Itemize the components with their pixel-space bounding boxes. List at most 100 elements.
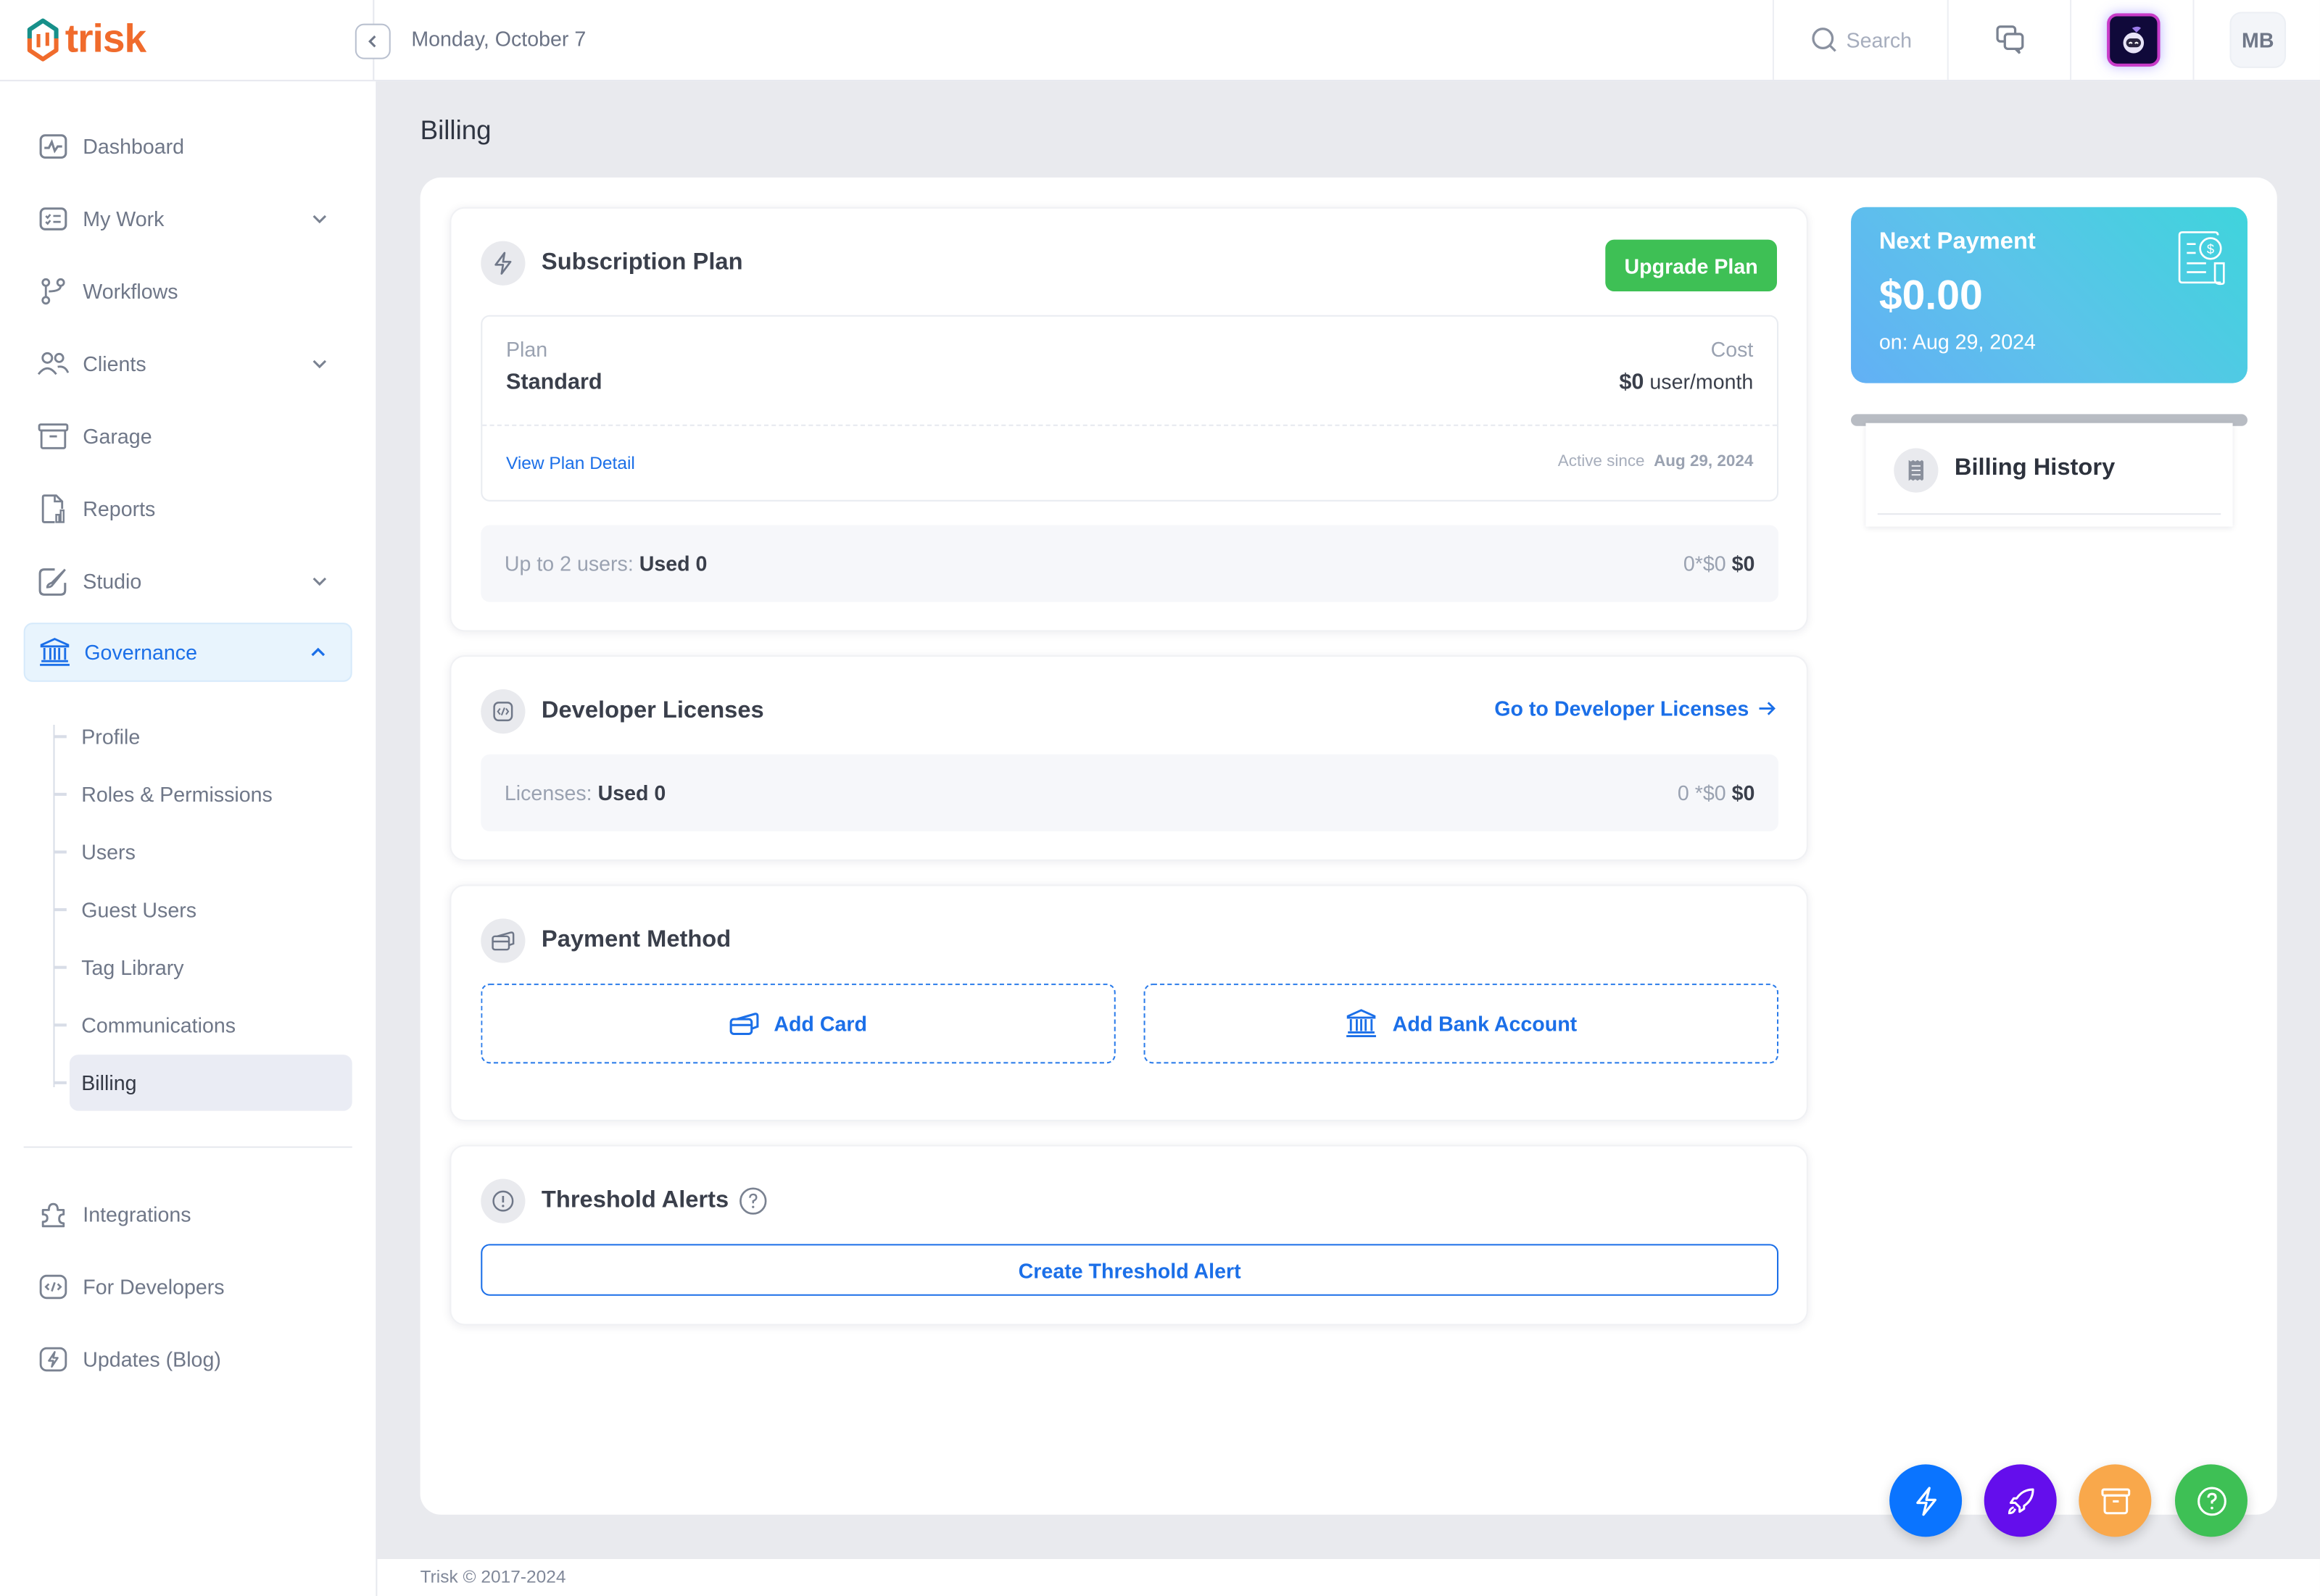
footer: Trisk © 2017-2024 (377, 1559, 2320, 1596)
next-payment-title: Next Payment (1878, 229, 2036, 255)
archive-icon (37, 420, 70, 453)
search-placeholder: Search (1846, 28, 1913, 52)
cost-unit: user/month (1649, 370, 1754, 394)
usage-calc: 0*$0 (1683, 552, 1726, 575)
chat-icon (1995, 25, 2023, 54)
help-icon (2197, 1486, 2226, 1516)
cost-label: Cost (1710, 337, 1754, 361)
sidebar-subitem-roles-permissions[interactable]: Roles & Permissions (54, 766, 352, 823)
go-to-developer-licenses-link[interactable]: Go to Developer Licenses (1494, 697, 1777, 720)
add-bank-account-button[interactable]: Add Bank Account (1143, 984, 1779, 1064)
usage-text: Licenses: Used 0 (505, 781, 666, 805)
ai-assistant-avatar (2106, 13, 2160, 67)
next-payment-card: Next Payment $0.00 on: Aug 29, 2024 $ (1851, 207, 2248, 383)
sidebar-item-label: Integrations (83, 1202, 191, 1226)
card-title: Developer Licenses (541, 698, 764, 723)
subitem-label: Profile (81, 724, 141, 749)
sidebar: Dashboard My Work Workflows Clients Gara… (0, 81, 378, 1596)
next-payment-amount: $0.00 (1878, 272, 1983, 318)
view-plan-detail-link[interactable]: View Plan Detail (506, 452, 635, 473)
add-bank-label: Add Bank Account (1392, 1011, 1578, 1036)
user-usage-row: Up to 2 users: Used 0 0*$0 $0 (481, 525, 1779, 602)
bolt-icon (37, 1343, 70, 1376)
tree-connector (54, 965, 67, 968)
page-title: Billing (420, 115, 492, 145)
add-card-button[interactable]: Add Card (481, 984, 1116, 1064)
sidebar-item-studio[interactable]: Studio (24, 552, 352, 611)
report-icon (37, 493, 70, 525)
search-button[interactable]: Search (1772, 0, 1949, 80)
app-name: trisk (65, 16, 146, 61)
search-icon (1811, 28, 1836, 52)
sidebar-subitem-guest-users[interactable]: Guest Users (54, 881, 352, 938)
sidebar-subitem-billing[interactable]: Billing (54, 1055, 352, 1111)
sidebar-subitem-users[interactable]: Users (54, 824, 352, 881)
git-branch-icon (37, 275, 70, 308)
sidebar-item-label: Reports (83, 496, 156, 521)
tree-connector (54, 1023, 67, 1026)
sidebar-item-my-work[interactable]: My Work (24, 189, 352, 249)
bank-icon (1346, 1009, 1377, 1038)
checklist-icon (37, 203, 70, 236)
quick-actions-button[interactable] (1889, 1464, 1963, 1537)
code-icon (37, 1271, 70, 1303)
sidebar-item-workflows[interactable]: Workflows (24, 262, 352, 321)
sidebar-item-label: Workflows (83, 279, 178, 304)
user-menu[interactable]: MB (2192, 0, 2320, 80)
sidebar-item-clients[interactable]: Clients (24, 334, 352, 394)
divider (1877, 513, 2221, 515)
sidebar-item-garage[interactable]: Garage (24, 407, 352, 466)
tree-connector (54, 908, 67, 911)
subitem-label: Communications (81, 1013, 236, 1037)
next-payment-date: on: Aug 29, 2024 (1878, 330, 2036, 354)
svg-text:$: $ (2207, 241, 2214, 257)
top-bar: trisk Monday, October 7 Search MB (0, 0, 2320, 82)
card-header: Payment Method (481, 918, 731, 963)
bolt-icon (1915, 1486, 1936, 1516)
billing-history-card[interactable]: Billing History (1865, 423, 2233, 527)
sidebar-item-governance[interactable]: Governance (23, 623, 352, 682)
archive-button[interactable] (2079, 1464, 2152, 1537)
active-since-label: Active since (1557, 452, 1645, 470)
card-header: Threshold Alerts (481, 1179, 767, 1223)
sidebar-item-updates-blog[interactable]: Updates (Blog) (24, 1330, 352, 1389)
subitem-label: Billing (81, 1071, 137, 1095)
plan-label: Plan (505, 337, 548, 361)
sidebar-item-integrations[interactable]: Integrations (24, 1185, 352, 1244)
receipt-icon (1894, 448, 1939, 493)
activity-icon (37, 130, 70, 163)
help-icon[interactable] (737, 1186, 767, 1216)
logo[interactable]: trisk (24, 16, 146, 62)
brush-icon (37, 565, 70, 598)
sidebar-subitem-communications[interactable]: Communications (54, 997, 352, 1053)
chevron-down-icon (312, 215, 327, 224)
card-title: Payment Method (541, 927, 732, 953)
help-button[interactable] (2174, 1464, 2248, 1537)
sidebar-subitem-tag-library[interactable]: Tag Library (54, 939, 352, 996)
card-title: Threshold Alerts (541, 1187, 729, 1213)
subitem-label: Tag Library (81, 955, 184, 980)
upgrade-plan-button[interactable]: Upgrade Plan (1605, 239, 1778, 292)
create-threshold-alert-button[interactable]: Create Threshold Alert (481, 1244, 1779, 1296)
trisk-logo-icon (27, 17, 59, 61)
active-since: Active since Aug 29, 2024 (1558, 452, 1754, 470)
launch-button[interactable] (1984, 1464, 2057, 1537)
ai-assistant-button[interactable] (2070, 0, 2194, 80)
messages-button[interactable] (1947, 0, 2071, 80)
rocket-icon (2007, 1487, 2034, 1514)
active-since-date: Aug 29, 2024 (1654, 452, 1754, 470)
sidebar-item-for-developers[interactable]: For Developers (24, 1258, 352, 1317)
tree-connector (54, 850, 67, 853)
sidebar-item-dashboard[interactable]: Dashboard (24, 117, 352, 176)
plan-details: Plan Standard Cost $0 user/month View Pl… (481, 315, 1779, 502)
card-title: Subscription Plan (541, 249, 743, 275)
collapse-sidebar-button[interactable] (355, 23, 391, 59)
cost-value: $0 user/month (1619, 370, 1753, 395)
usage-cost: 0*$0 $0 (1683, 552, 1755, 575)
user-avatar: MB (2229, 12, 2287, 68)
app-root: trisk Monday, October 7 Search MB Dashbo… (0, 0, 2320, 1596)
sidebar-subitem-profile[interactable]: Profile (54, 709, 352, 765)
sidebar-item-reports[interactable]: Reports (24, 479, 352, 539)
usage-cost: 0 *$0 $0 (1678, 781, 1754, 805)
credit-card-icon (481, 918, 526, 963)
